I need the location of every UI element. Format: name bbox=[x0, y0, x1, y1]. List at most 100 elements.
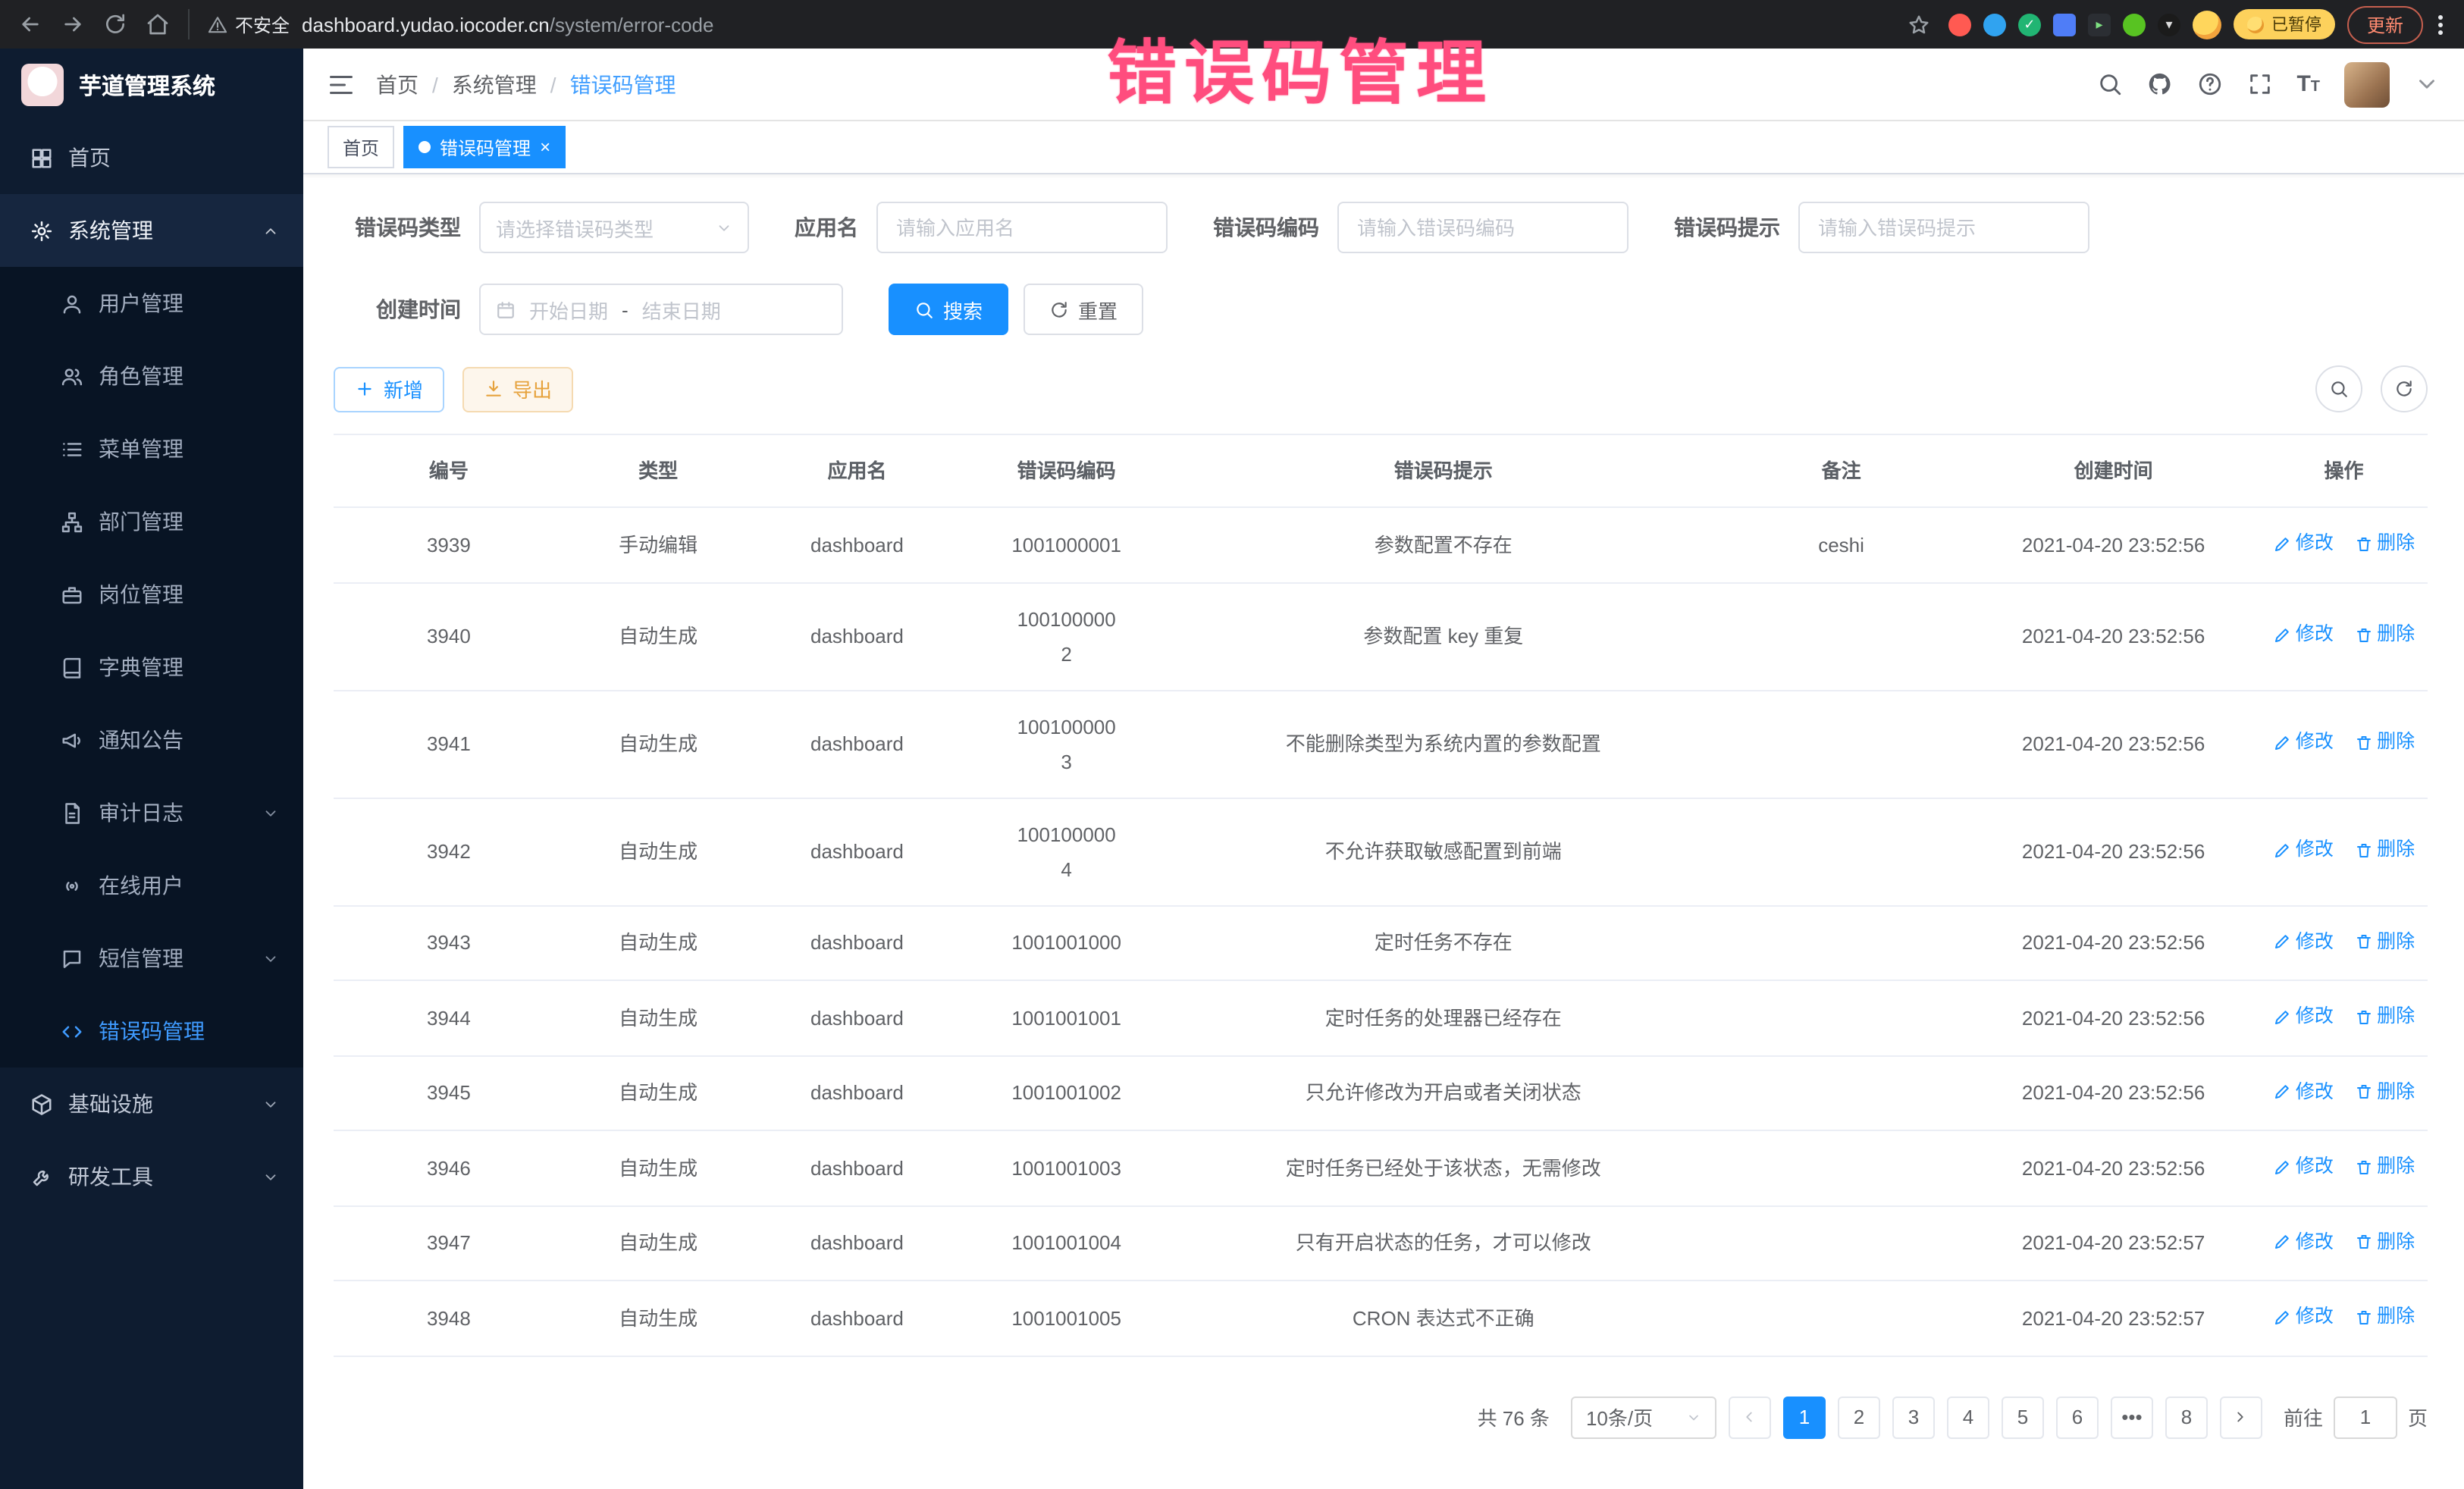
delete-icon bbox=[2354, 842, 2372, 860]
goto-page-input[interactable] bbox=[2334, 1396, 2397, 1438]
sidebar-item-label: 部门管理 bbox=[99, 506, 183, 537]
edit-icon bbox=[2273, 534, 2291, 553]
update-button[interactable]: 更新 bbox=[2347, 5, 2423, 43]
bookmark-star-icon[interactable] bbox=[1908, 13, 1930, 36]
page-button[interactable]: 1 bbox=[1783, 1396, 1826, 1438]
close-icon[interactable]: × bbox=[540, 138, 550, 156]
add-button[interactable]: 新增 bbox=[334, 366, 444, 412]
sidebar-item-position-management[interactable]: 岗位管理 bbox=[0, 558, 303, 631]
edit-link[interactable]: 修改 bbox=[2273, 1299, 2334, 1334]
pin-extension-icon[interactable]: ▾ bbox=[2158, 13, 2180, 36]
error-code-type-select[interactable]: 请选择错误码类型 bbox=[479, 202, 749, 253]
chevron-down-icon[interactable] bbox=[2414, 71, 2440, 97]
next-page-button[interactable] bbox=[2220, 1396, 2262, 1438]
extension-icon[interactable] bbox=[2053, 13, 2076, 36]
error-code-input[interactable] bbox=[1337, 202, 1629, 253]
extension-icon[interactable] bbox=[2123, 13, 2146, 36]
breadcrumb-home[interactable]: 首页 bbox=[376, 69, 419, 99]
sidebar-item-label: 字典管理 bbox=[99, 652, 183, 682]
page-button[interactable]: ••• bbox=[2111, 1396, 2153, 1438]
help-icon[interactable] bbox=[2196, 71, 2222, 97]
delete-link[interactable]: 删除 bbox=[2354, 1224, 2415, 1259]
fullscreen-icon[interactable] bbox=[2246, 71, 2272, 97]
sidebar-item-error-code-management[interactable]: 错误码管理 bbox=[0, 995, 303, 1067]
page-button[interactable]: 4 bbox=[1947, 1396, 1989, 1438]
toggle-search-button[interactable] bbox=[2315, 365, 2362, 412]
font-size-icon[interactable]: TT bbox=[2296, 73, 2320, 96]
extension-icon[interactable]: ▸ bbox=[2088, 13, 2111, 36]
edit-link[interactable]: 修改 bbox=[2273, 618, 2334, 653]
edit-icon bbox=[2273, 1008, 2291, 1026]
browser-menu-icon[interactable] bbox=[2435, 14, 2446, 34]
paused-badge[interactable]: 已暂停 bbox=[2234, 9, 2335, 39]
sidebar-item-system-management[interactable]: 系统管理 bbox=[0, 194, 303, 267]
error-hint-input[interactable] bbox=[1798, 202, 2089, 253]
prev-page-button[interactable] bbox=[1729, 1396, 1771, 1438]
page-button[interactable]: 2 bbox=[1838, 1396, 1880, 1438]
sidebar-item-dev-tools[interactable]: 研发工具 bbox=[0, 1140, 303, 1213]
page-button[interactable]: 8 bbox=[2165, 1396, 2208, 1438]
refresh-table-button[interactable] bbox=[2381, 365, 2428, 412]
tag-home[interactable]: 首页 bbox=[328, 126, 394, 168]
delete-link[interactable]: 删除 bbox=[2354, 924, 2415, 959]
edit-link[interactable]: 修改 bbox=[2273, 526, 2334, 561]
delete-link[interactable]: 删除 bbox=[2354, 526, 2415, 561]
sidebar-item-home[interactable]: 首页 bbox=[0, 121, 303, 194]
sidebar-item-menu-management[interactable]: 菜单管理 bbox=[0, 412, 303, 485]
extension-icon[interactable] bbox=[1948, 13, 1971, 36]
start-date-input[interactable]: 开始日期 bbox=[529, 295, 608, 324]
delete-link[interactable]: 删除 bbox=[2354, 999, 2415, 1034]
end-date-input[interactable]: 结束日期 bbox=[642, 295, 721, 324]
sidebar-item-role-management[interactable]: 角色管理 bbox=[0, 340, 303, 412]
sidebar-item-dictionary-management[interactable]: 字典管理 bbox=[0, 631, 303, 704]
delete-link[interactable]: 删除 bbox=[2354, 1074, 2415, 1109]
page-size-select[interactable]: 10条/页 bbox=[1571, 1396, 1716, 1438]
reset-button[interactable]: 重置 bbox=[1024, 284, 1143, 335]
edit-link[interactable]: 修改 bbox=[2273, 833, 2334, 868]
page-button[interactable]: 5 bbox=[2002, 1396, 2044, 1438]
delete-link[interactable]: 删除 bbox=[2354, 726, 2415, 760]
collapse-sidebar-icon[interactable] bbox=[328, 71, 355, 98]
browser-forward-icon[interactable] bbox=[61, 12, 85, 36]
edit-link[interactable]: 修改 bbox=[2273, 999, 2334, 1034]
sidebar-item-announcement[interactable]: 通知公告 bbox=[0, 704, 303, 776]
browser-profile-avatar[interactable] bbox=[2193, 10, 2221, 39]
breadcrumb-system[interactable]: 系统管理 bbox=[452, 69, 537, 99]
sidebar-item-audit-log[interactable]: 审计日志 bbox=[0, 776, 303, 849]
date-range-picker[interactable]: 开始日期 - 结束日期 bbox=[479, 284, 843, 335]
edit-link[interactable]: 修改 bbox=[2273, 1149, 2334, 1184]
edit-link[interactable]: 修改 bbox=[2273, 1224, 2334, 1259]
search-icon[interactable] bbox=[2096, 71, 2122, 97]
export-button[interactable]: 导出 bbox=[462, 366, 573, 412]
extension-icon[interactable] bbox=[1983, 13, 2006, 36]
security-warning[interactable]: 不安全 bbox=[208, 11, 290, 37]
delete-link[interactable]: 删除 bbox=[2354, 1149, 2415, 1184]
page-button[interactable]: 6 bbox=[2056, 1396, 2099, 1438]
search-button[interactable]: 搜索 bbox=[889, 284, 1008, 335]
github-icon[interactable] bbox=[2146, 71, 2172, 97]
sidebar-item-department-management[interactable]: 部门管理 bbox=[0, 485, 303, 558]
logo-row[interactable]: 芋道管理系统 bbox=[0, 49, 303, 121]
sidebar-item-sms-management[interactable]: 短信管理 bbox=[0, 922, 303, 995]
pagination-goto: 前往 页 bbox=[2284, 1396, 2428, 1438]
sidebar-item-user-management[interactable]: 用户管理 bbox=[0, 267, 303, 340]
address-bar[interactable]: 不安全 dashboard.yudao.iocoder.cn/system/er… bbox=[188, 9, 1930, 39]
browser-home-icon[interactable] bbox=[146, 12, 170, 36]
browser-back-icon[interactable] bbox=[18, 12, 42, 36]
extension-icon[interactable]: ✓ bbox=[2018, 13, 2041, 36]
edit-link[interactable]: 修改 bbox=[2273, 1074, 2334, 1109]
browser-reload-icon[interactable] bbox=[103, 12, 127, 36]
sidebar-item-online-users[interactable]: 在线用户 bbox=[0, 849, 303, 922]
edit-link[interactable]: 修改 bbox=[2273, 924, 2334, 959]
tag-error-code-management[interactable]: 错误码管理 × bbox=[403, 126, 566, 168]
page-button[interactable]: 3 bbox=[1892, 1396, 1935, 1438]
delete-link[interactable]: 删除 bbox=[2354, 833, 2415, 868]
sidebar-item-infrastructure[interactable]: 基础设施 bbox=[0, 1067, 303, 1140]
app-name-input[interactable] bbox=[876, 202, 1168, 253]
cell-actions: 修改 删除 bbox=[2260, 798, 2428, 905]
delete-link[interactable]: 删除 bbox=[2354, 1299, 2415, 1334]
table-row: 3944 自动生成 dashboard 1001001001 定时任务的处理器已… bbox=[334, 980, 2428, 1055]
user-avatar[interactable] bbox=[2344, 61, 2390, 107]
delete-link[interactable]: 删除 bbox=[2354, 618, 2415, 653]
edit-link[interactable]: 修改 bbox=[2273, 726, 2334, 760]
